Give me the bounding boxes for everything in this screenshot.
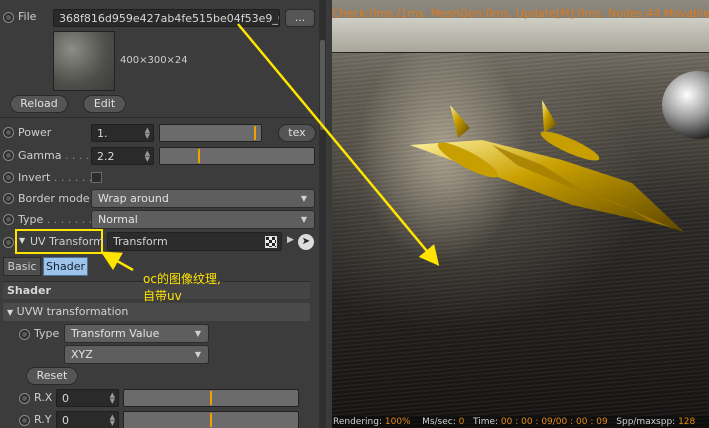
tab-basic[interactable]: Basic xyxy=(3,257,41,276)
rx-label: R.X xyxy=(34,391,53,404)
gamma-keyframe-radio[interactable] xyxy=(3,150,14,161)
slider-handle[interactable] xyxy=(210,413,212,427)
rendering-label: Rendering: xyxy=(333,417,382,427)
border-mode-dropdown[interactable]: Wrap around ▼ xyxy=(91,189,315,208)
rx-field[interactable]: 0 ▲ ▼ xyxy=(56,389,119,407)
status-top: Check:0ms./1ms. MeshGen:0ms. Update[M]:0… xyxy=(332,7,709,20)
rx-keyframe-radio[interactable] xyxy=(19,393,30,404)
mssec-label: Ms/sec: xyxy=(422,417,456,427)
tab-shader[interactable]: Shader xyxy=(43,257,88,276)
spin-arrows-icon[interactable]: ▲ ▼ xyxy=(110,414,115,427)
file-path-field[interactable]: 368f816d959e427ab4fe515be04f53e9_0.jpg xyxy=(53,9,280,27)
reload-button[interactable]: Reload xyxy=(10,95,68,113)
uvw-type-keyframe-radio[interactable] xyxy=(19,329,30,340)
time-value: 00 : 00 : 09/00 : 00 : 09 xyxy=(500,417,608,427)
gamma-label: Gamma . . . . xyxy=(18,149,90,162)
uv-transform-field[interactable]: Transform xyxy=(107,232,282,251)
border-mode-value: Wrap around xyxy=(98,192,169,205)
power-keyframe-radio[interactable] xyxy=(3,127,14,138)
spp-label: Spp/maxspp: xyxy=(616,417,676,427)
panel-scrollbar[interactable] xyxy=(319,0,326,428)
spp-value: 128 xyxy=(678,417,696,427)
power-field[interactable]: 1. ▲ ▼ xyxy=(91,124,154,142)
expand-arrow-icon: ▼ xyxy=(7,308,14,317)
chevron-down-icon: ▼ xyxy=(300,194,307,203)
power-value: 1. xyxy=(97,127,108,140)
plane-tail-right xyxy=(542,100,557,132)
uv-transform-keyframe-radio[interactable] xyxy=(3,237,14,248)
checker-icon[interactable] xyxy=(265,236,277,248)
ry-value: 0 xyxy=(62,414,69,427)
plane-tail-left xyxy=(450,105,470,138)
ry-label: R.Y xyxy=(34,413,52,426)
mssec-value: 0 xyxy=(458,417,465,427)
gamma-value: 2.2 xyxy=(97,150,115,163)
reset-button[interactable]: Reset xyxy=(26,367,78,385)
border-mode-label: Border mode xyxy=(18,192,90,205)
type-label: Type . . . . . . . xyxy=(18,213,93,226)
arrow-right-icon[interactable]: ▶ xyxy=(287,235,294,245)
render-viewport[interactable]: Check:0ms./1ms. MeshGen:0ms. Update[M]:0… xyxy=(332,0,709,428)
ry-keyframe-radio[interactable] xyxy=(19,415,30,426)
uvw-type-label: Type xyxy=(34,327,60,340)
slider-handle[interactable] xyxy=(254,126,256,140)
invert-checkbox[interactable] xyxy=(91,172,102,183)
uv-transform-label: UV Transform xyxy=(30,235,104,248)
uvw-type-value: Transform Value xyxy=(71,327,160,340)
power-label: Power xyxy=(18,126,52,139)
type-value: Normal xyxy=(98,213,138,226)
annotation-line-2: 自带uv xyxy=(143,289,182,303)
uvw-type-dropdown[interactable]: Transform Value ▼ xyxy=(64,324,209,343)
edit-button[interactable]: Edit xyxy=(83,95,126,113)
divider xyxy=(0,117,319,118)
uvw-group-header[interactable]: ▼ UVW transformation xyxy=(3,303,310,321)
status-bottom: Rendering: 100% Ms/sec: 0 Time: 00 : 00 … xyxy=(332,416,709,428)
rendering-value: 100% xyxy=(384,417,411,427)
texture-thumbnail xyxy=(53,31,115,91)
spin-arrows-icon[interactable]: ▲ ▼ xyxy=(145,150,150,163)
time-label: Time: xyxy=(472,417,499,427)
rx-value: 0 xyxy=(62,392,69,405)
scrollbar-thumb[interactable] xyxy=(320,40,325,130)
chevron-down-icon: ▼ xyxy=(194,350,201,359)
chrome-sphere xyxy=(662,71,709,139)
slider-handle[interactable] xyxy=(210,391,212,405)
invert-label: Invert . . . . . . . xyxy=(18,171,100,184)
uvw-group-label: UVW transformation xyxy=(16,305,129,318)
annotation-line-1: oc的图像纹理, xyxy=(143,272,221,286)
image-dimensions: 400×300×24 xyxy=(120,55,188,66)
uv-transform-value: Transform xyxy=(113,235,168,248)
slider-handle[interactable] xyxy=(198,149,200,163)
axis-order-value: XYZ xyxy=(71,348,93,361)
expand-arrow-icon[interactable]: ▼ xyxy=(19,236,25,245)
pick-cursor-icon[interactable]: ➤ xyxy=(298,234,314,250)
tex-button[interactable]: tex xyxy=(278,124,316,142)
rx-slider[interactable] xyxy=(123,389,299,407)
ry-field[interactable]: 0 ▲ ▼ xyxy=(56,411,119,428)
ry-slider[interactable] xyxy=(123,411,299,428)
type-keyframe-radio[interactable] xyxy=(3,214,14,225)
chevron-down-icon: ▼ xyxy=(194,329,201,338)
spin-arrows-icon[interactable]: ▲ ▼ xyxy=(110,392,115,405)
browse-button[interactable]: ... xyxy=(285,9,315,27)
invert-keyframe-radio[interactable] xyxy=(3,172,14,183)
scene-objects xyxy=(410,71,709,232)
power-slider[interactable] xyxy=(159,124,262,142)
chevron-down-icon: ▼ xyxy=(300,215,307,224)
gamma-slider[interactable] xyxy=(159,147,315,165)
file-label: File xyxy=(18,10,37,23)
spin-arrows-icon[interactable]: ▲ ▼ xyxy=(145,127,150,140)
axis-order-dropdown[interactable]: XYZ ▼ xyxy=(64,345,209,364)
type-dropdown[interactable]: Normal ▼ xyxy=(91,210,315,229)
file-keyframe-radio[interactable] xyxy=(3,12,14,23)
gamma-field[interactable]: 2.2 ▲ ▼ xyxy=(91,147,154,165)
border-mode-keyframe-radio[interactable] xyxy=(3,193,14,204)
attribute-panel: File 368f816d959e427ab4fe515be04f53e9_0.… xyxy=(0,0,326,428)
